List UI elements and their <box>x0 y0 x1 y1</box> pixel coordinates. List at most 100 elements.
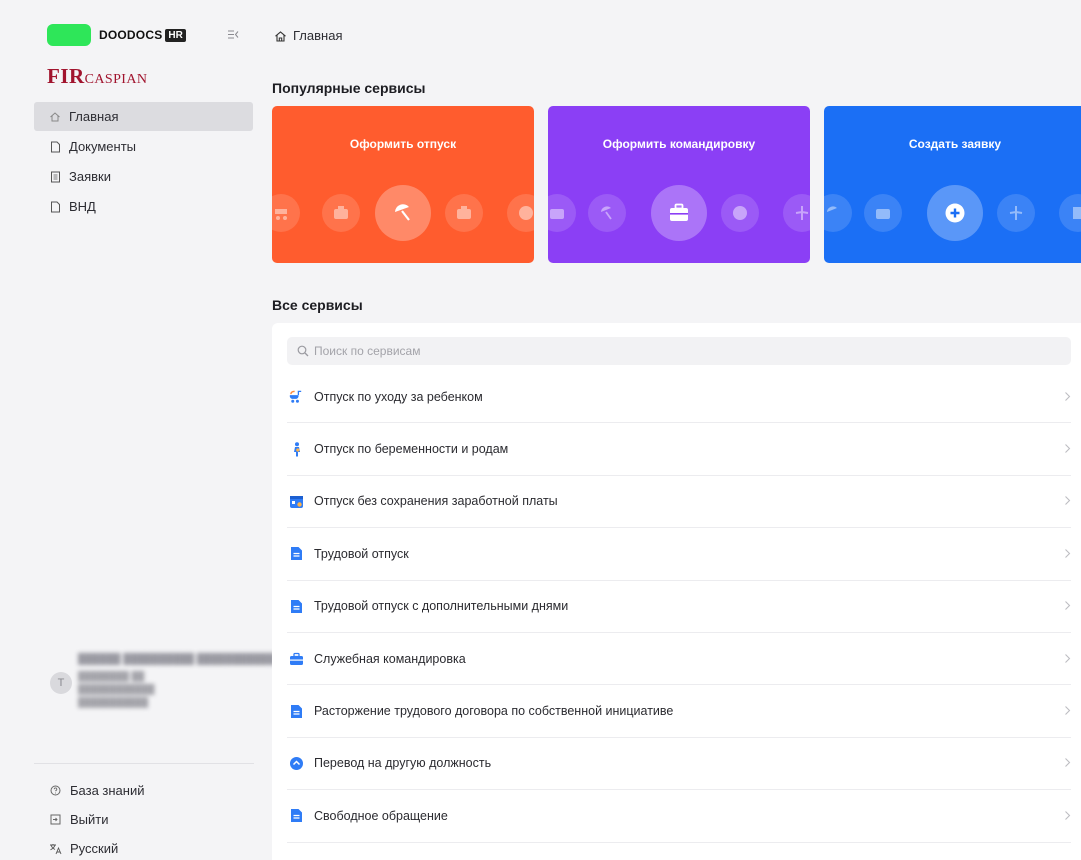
list-item-label: Перевод на другую должность <box>314 756 492 771</box>
company-logo-sub: CASPIAN <box>84 72 148 87</box>
briefcase-icon <box>445 194 483 232</box>
help-circle-icon <box>48 785 62 796</box>
file-icon <box>289 808 304 823</box>
sidebar-nav: Главная Документы Заявки ВНД <box>34 102 253 222</box>
plus-circle-icon <box>507 194 534 232</box>
breadcrumb-label: Главная <box>293 28 343 43</box>
card-vacation[interactable]: Оформить отпуск <box>272 106 534 263</box>
list-item[interactable]: Свободное обращение <box>287 790 1071 843</box>
knowledge-base-label: База знаний <box>70 783 145 798</box>
sidebar-item-requests[interactable]: Заявки <box>34 162 253 191</box>
main-content: Главная Популярные сервисы Оформить отпу… <box>262 0 1081 860</box>
sidebar-divider <box>34 763 254 764</box>
language-switcher[interactable]: Русский <box>48 834 145 860</box>
brand[interactable]: DOODOCS HR <box>47 24 186 46</box>
umbrella-icon <box>824 194 852 232</box>
sidebar-item-label: ВНД <box>69 199 96 214</box>
umbrella-icon <box>375 185 431 241</box>
list-item[interactable]: Служебная командировка <box>287 633 1071 686</box>
card-title: Оформить командировку <box>602 137 756 151</box>
sidebar-item-label: Документы <box>69 139 137 154</box>
card-icon-carousel <box>548 185 810 241</box>
document-icon <box>48 141 62 153</box>
list-item-label: Отпуск по уходу за ребенком <box>314 389 483 404</box>
chevron-right-icon <box>1064 600 1071 613</box>
all-services-title: Все сервисы <box>272 297 363 313</box>
chevron-right-icon <box>1064 757 1071 770</box>
airplane-icon <box>997 194 1035 232</box>
home-icon <box>48 111 62 123</box>
list-item[interactable]: Расторжение трудового договора по собств… <box>287 685 1071 738</box>
document-icon <box>48 201 62 213</box>
knowledge-base-link[interactable]: База знаний <box>48 776 145 805</box>
chevron-right-icon <box>1064 391 1071 404</box>
plus-circle-icon <box>927 185 983 241</box>
sidebar-bottom-links: База знаний Выйти Русский <box>48 776 145 860</box>
card-title: Создать заявку <box>908 137 1002 151</box>
breadcrumb[interactable]: Главная <box>274 28 342 43</box>
file-icon <box>289 704 304 719</box>
collapse-sidebar-icon[interactable] <box>228 30 239 42</box>
card-create-request[interactable]: Создать заявку <box>824 106 1081 263</box>
list-item[interactable]: Трудовой отпуск с дополнительными днями <box>287 581 1071 633</box>
stroller-icon <box>272 194 300 232</box>
chevron-right-icon <box>1064 495 1071 508</box>
airplane-icon <box>783 194 810 232</box>
language-label: Русский <box>70 841 119 856</box>
briefcase-icon <box>651 185 707 241</box>
calendar-icon <box>289 494 304 509</box>
briefcase-icon <box>289 651 304 666</box>
list-item[interactable]: Перевод на другую должность <box>287 738 1071 791</box>
popular-services-title: Популярные сервисы <box>272 80 426 96</box>
all-services-panel: Отпуск по уходу за ребенком Отпуск по бе… <box>272 323 1081 860</box>
card-business-trip[interactable]: Оформить командировку <box>548 106 810 263</box>
user-name-redacted: ██████ ██████████ ███████████ <box>78 654 275 665</box>
logout-link[interactable]: Выйти <box>48 805 145 834</box>
user-role-redacted: ████████ ██ ████████████ ███████████ <box>78 671 155 707</box>
service-list: Отпуск по уходу за ребенком Отпуск по бе… <box>287 371 1071 860</box>
chevron-right-icon <box>1064 653 1071 666</box>
user-profile-card[interactable]: Т ██████ ██████████ ███████████ ████████… <box>50 652 275 722</box>
search-box[interactable] <box>287 337 1071 365</box>
chevron-right-icon <box>1064 443 1071 456</box>
brand-name: DOODOCS <box>99 28 163 42</box>
file-icon <box>289 546 304 561</box>
company-logo-main: FIR <box>47 64 85 88</box>
sidebar-item-vnd[interactable]: ВНД <box>34 192 253 221</box>
search-input[interactable] <box>314 344 1014 358</box>
sidebar-item-home[interactable]: Главная <box>34 102 253 131</box>
list-item[interactable]: Отпуск по беременности и родам <box>287 423 1071 476</box>
translate-icon <box>48 843 62 855</box>
file-icon <box>289 599 304 614</box>
card-title: Оформить отпуск <box>349 137 457 151</box>
person-icon <box>289 441 304 457</box>
requests-icon <box>48 171 62 183</box>
briefcase-icon <box>864 194 902 232</box>
list-item-label: Трудовой отпуск <box>314 546 409 561</box>
medical-case-icon <box>322 194 360 232</box>
sidebar-item-label: Заявки <box>69 169 111 184</box>
logout-label: Выйти <box>70 812 109 827</box>
transfer-icon <box>289 756 304 771</box>
medical-case-icon <box>548 194 576 232</box>
card-icon-carousel <box>824 185 1081 241</box>
stroller-icon <box>289 389 304 404</box>
list-item[interactable]: Отпуск по уходу за ребенком <box>287 371 1071 424</box>
list-item-label: Расторжение трудового договора по собств… <box>314 704 674 719</box>
sidebar-item-label: Главная <box>69 109 119 124</box>
umbrella-icon <box>588 194 626 232</box>
list-item-partial[interactable] <box>287 843 1071 860</box>
document-icon <box>1059 194 1081 232</box>
avatar: Т <box>50 672 72 694</box>
home-icon <box>274 30 287 42</box>
sidebar-item-documents[interactable]: Документы <box>34 132 253 161</box>
list-item-label: Служебная командировка <box>314 651 466 666</box>
chevron-right-icon <box>1064 705 1071 718</box>
chevron-right-icon <box>1064 548 1071 561</box>
list-item-label: Отпуск без сохранения заработной платы <box>314 494 558 509</box>
list-item[interactable]: Отпуск без сохранения заработной платы <box>287 476 1071 529</box>
app: DOODOCS HR FIR CASPIAN Главная Документы <box>0 0 1081 860</box>
list-item-label: Свободное обращение <box>314 808 448 823</box>
list-item-label: Отпуск по беременности и родам <box>314 442 509 457</box>
list-item[interactable]: Трудовой отпуск <box>287 528 1071 581</box>
